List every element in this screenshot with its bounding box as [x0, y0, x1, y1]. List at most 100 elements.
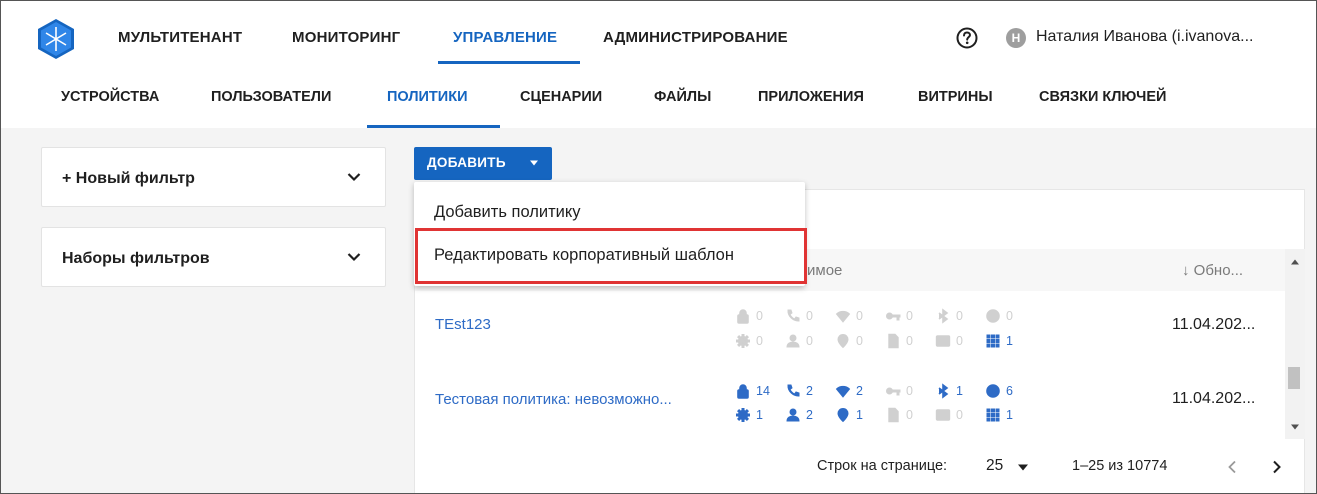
policy-stat-value: 1: [856, 408, 863, 422]
scroll-down-icon[interactable]: [1290, 423, 1300, 431]
phone-icon: [787, 309, 800, 322]
terminal-icon: [935, 409, 951, 421]
policy-stat: 2: [835, 383, 863, 399]
policy-stat: 14: [735, 383, 770, 399]
policy-stat-value: 0: [806, 309, 813, 323]
caret-down-icon: [530, 160, 538, 166]
column-header-partial[interactable]: имое: [807, 262, 842, 279]
chevron-left-icon[interactable]: [1227, 460, 1237, 474]
person-icon: [786, 334, 800, 348]
avatar[interactable]: Н: [1006, 28, 1026, 48]
policy-stat: 0: [935, 333, 963, 349]
policy-stat-value: 0: [956, 334, 963, 348]
new-filter-label: + Новый фильтр: [62, 170, 195, 187]
caret-down-icon[interactable]: [1017, 463, 1029, 472]
policy-stat: 0: [785, 308, 813, 324]
policy-stat: 1: [735, 407, 763, 423]
person-icon: [786, 408, 800, 422]
clock-icon: [986, 384, 1000, 398]
policy-stat: 0: [985, 308, 1013, 324]
key-icon: [886, 312, 901, 321]
policy-stat: 0: [835, 333, 863, 349]
policy-stat: 0: [935, 407, 963, 423]
policy-stat-value: 0: [906, 408, 913, 422]
policy-name-link[interactable]: Тестовая политика: невозможно...: [435, 391, 672, 408]
policy-stat: 0: [935, 308, 963, 324]
app-window: МУЛЬТИТЕНАНТ МОНИТОРИНГ УПРАВЛЕНИЕ АДМИН…: [0, 0, 1317, 494]
policy-stat-value: 0: [756, 334, 763, 348]
help-icon[interactable]: [956, 27, 978, 49]
tab-policies[interactable]: ПОЛИТИКИ: [387, 89, 468, 105]
wifi-icon: [835, 310, 851, 323]
rows-per-page-label: Строк на странице:: [817, 458, 948, 474]
gear-icon: [736, 334, 750, 348]
chevron-down-icon: [347, 173, 361, 182]
top-navbar: МУЛЬТИТЕНАНТ МОНИТОРИНГ УПРАВЛЕНИЕ АДМИН…: [1, 1, 1316, 73]
tab-users[interactable]: ПОЛЬЗОВАТЕЛИ: [211, 89, 331, 105]
filter-sets-panel[interactable]: Наборы фильтров: [41, 227, 386, 287]
nav-management[interactable]: УПРАВЛЕНИЕ: [453, 29, 557, 46]
policy-stat-value: 0: [856, 309, 863, 323]
policy-stat: 1: [985, 407, 1013, 423]
gear-icon: [736, 408, 750, 422]
policy-stat: 6: [985, 383, 1013, 399]
policy-stat: 1: [985, 333, 1013, 349]
menu-item-add-policy[interactable]: Добавить политику: [434, 203, 581, 222]
lock-icon: [737, 309, 749, 324]
apps-grid-icon: [986, 408, 1000, 422]
location-icon: [837, 407, 849, 423]
nav-administration[interactable]: АДМИНИСТРИРОВАНИЕ: [603, 29, 788, 46]
app-logo-icon[interactable]: [37, 18, 75, 60]
policy-stat: 0: [885, 308, 913, 324]
chevron-right-icon[interactable]: [1272, 460, 1282, 474]
location-icon: [837, 333, 849, 349]
tab-applications[interactable]: ПРИЛОЖЕНИЯ: [758, 89, 864, 105]
table-scrollbar[interactable]: [1285, 249, 1305, 439]
menu-item-edit-corporate-template[interactable]: Редактировать корпоративный шаблон: [434, 246, 734, 265]
bluetooth-icon: [938, 308, 949, 324]
apps-grid-icon: [986, 334, 1000, 348]
file-icon: [888, 407, 899, 423]
tab-scenarios[interactable]: СЦЕНАРИИ: [520, 89, 602, 105]
tab-showcases[interactable]: ВИТРИНЫ: [918, 89, 993, 105]
nav-monitoring[interactable]: МОНИТОРИНГ: [292, 29, 400, 46]
key-icon: [886, 387, 901, 396]
scrollbar-thumb[interactable]: [1288, 367, 1300, 389]
policy-updated-date: 11.04.202...: [1172, 390, 1256, 407]
policy-stat-value: 0: [956, 309, 963, 323]
phone-icon: [787, 384, 800, 397]
policy-stat-value: 0: [906, 334, 913, 348]
tab-files[interactable]: ФАЙЛЫ: [654, 89, 711, 105]
policy-name-link[interactable]: TEst123: [435, 316, 491, 333]
policy-stat: 0: [885, 333, 913, 349]
tab-keychains[interactable]: СВЯЗКИ КЛЮЧЕЙ: [1039, 89, 1166, 105]
policy-stat: 0: [735, 333, 763, 349]
chevron-down-icon: [347, 253, 361, 262]
policy-stat-value: 6: [1006, 384, 1013, 398]
filter-sets-label: Наборы фильтров: [62, 250, 210, 267]
add-button[interactable]: ДОБАВИТЬ: [414, 147, 552, 180]
policy-stat: 0: [735, 308, 763, 324]
policy-stat-value: 0: [806, 334, 813, 348]
policy-stat-value: 1: [756, 408, 763, 422]
policy-stat: 0: [785, 333, 813, 349]
policy-stat: 2: [785, 383, 813, 399]
column-header-updated[interactable]: ↓ Обно...: [1182, 262, 1243, 279]
policy-stat-value: 0: [906, 384, 913, 398]
policy-updated-date: 11.04.202...: [1172, 316, 1256, 333]
bluetooth-icon: [938, 383, 949, 399]
nav-multitenant[interactable]: МУЛЬТИТЕНАНТ: [118, 29, 242, 46]
scroll-up-icon[interactable]: [1290, 258, 1300, 266]
policy-stat-value: 2: [856, 384, 863, 398]
add-dropdown-menu: Добавить политику Редактировать корпорат…: [414, 182, 805, 286]
user-name[interactable]: Наталия Иванова (i.ivanova...: [1036, 28, 1253, 46]
policy-stat-value: 0: [1006, 309, 1013, 323]
rows-per-page-select[interactable]: 25: [986, 457, 1003, 475]
new-filter-panel[interactable]: + Новый фильтр: [41, 147, 386, 207]
tab-devices[interactable]: УСТРОЙСТВА: [61, 89, 159, 105]
policy-stat-value: 0: [756, 309, 763, 323]
policy-stat: 0: [885, 383, 913, 399]
policy-stat-value: 1: [1006, 334, 1013, 348]
policy-stat-value: 2: [806, 384, 813, 398]
policy-stat-value: 1: [956, 384, 963, 398]
